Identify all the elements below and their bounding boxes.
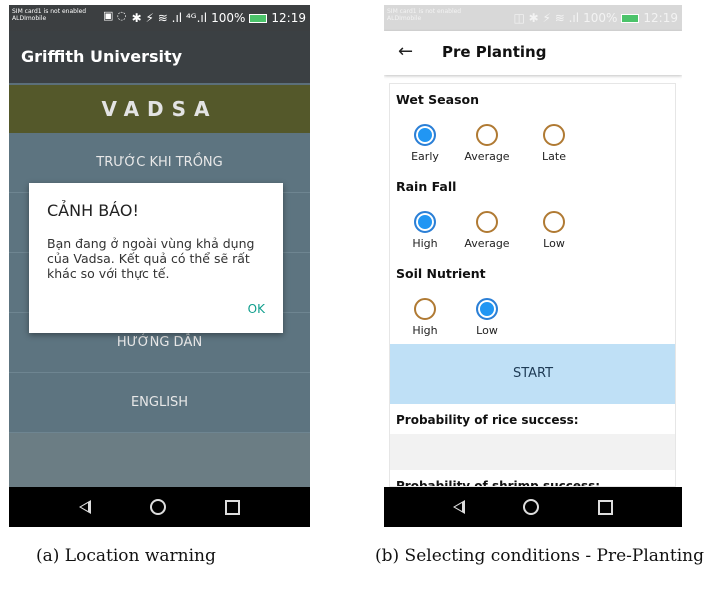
start-button[interactable]: START	[390, 344, 675, 404]
nav-back-icon[interactable]	[453, 500, 466, 514]
status-bar: SIM card1 is not enabled ALDImobile ▣ ◌ …	[9, 5, 310, 31]
conditions-form: Wet Season Early Average Late Rain Fall Hi…	[389, 83, 676, 487]
radio-option[interactable]: Average	[457, 211, 517, 250]
carrier-name: ALDImobile	[12, 15, 47, 22]
dialog-title: CẢNH BÁO!	[47, 201, 139, 220]
status-indicators: ◫ ✱ ⚡ ≋ .ıl 100% 12:19	[513, 11, 678, 25]
prob-rice-label: Probability of rice success:	[396, 413, 579, 427]
radio-label: Average	[464, 237, 510, 250]
radio-unselected-icon[interactable]	[414, 298, 436, 320]
carrier-name: ALDImobile	[387, 15, 422, 22]
radio-selected-icon[interactable]	[414, 124, 436, 146]
radio-label: High	[412, 324, 438, 337]
radio-selected-icon[interactable]	[414, 211, 436, 233]
back-arrow-icon[interactable]: ←	[398, 41, 413, 62]
caption-b: (b) Selecting conditions - Pre-Planting	[375, 546, 704, 566]
radio-option[interactable]: Low	[524, 211, 584, 250]
battery-icon	[249, 13, 268, 23]
battery-icon	[621, 13, 640, 23]
radio-label: Late	[542, 150, 566, 163]
radio-option[interactable]: Late	[524, 124, 584, 163]
nav-home-icon[interactable]	[523, 499, 540, 515]
signal-icons: ◫ ✱ ⚡ ≋ .ıl	[513, 11, 580, 25]
prob-shrimp-label: Probability of shrimp success:	[396, 479, 601, 487]
sim-status: SIM card1 is not enabled ALDImobile	[387, 8, 477, 22]
app-banner: VADSA	[9, 85, 310, 133]
clock: 12:19	[271, 11, 306, 25]
radio-unselected-icon[interactable]	[476, 211, 498, 233]
nav-bar	[384, 487, 682, 527]
radio-option[interactable]: Low	[457, 298, 517, 337]
radio-unselected-icon[interactable]	[476, 124, 498, 146]
section-label-wet-season: Wet Season	[396, 92, 479, 107]
sim-status: SIM card1 is not enabled ALDImobile	[12, 8, 102, 22]
radio-label: Low	[543, 237, 565, 250]
radio-option[interactable]: High	[395, 298, 455, 337]
status-bar: SIM card1 is not enabled ALDImobile ◫ ✱ …	[384, 5, 682, 31]
radio-unselected-icon[interactable]	[543, 211, 565, 233]
warning-dialog: CẢNH BÁO! Bạn đang ở ngoài vùng khả dụng…	[29, 183, 283, 333]
dialog-ok-button[interactable]: OK	[248, 302, 265, 316]
status-indicators: ✱ ⚡ ≋ .ıl ⁴ᴳ.ıl 100% 12:19	[132, 11, 306, 25]
signal-icons: ✱ ⚡ ≋ .ıl ⁴ᴳ.ıl	[131, 11, 208, 25]
radio-option[interactable]: Early	[395, 124, 455, 163]
menu-background	[9, 433, 310, 488]
battery-percent: 100%	[583, 11, 618, 25]
radio-unselected-icon[interactable]	[543, 124, 565, 146]
app-title: Griffith University	[9, 31, 310, 83]
nav-recents-icon[interactable]	[597, 499, 613, 515]
radio-label: Average	[464, 150, 510, 163]
battery-percent: 100%	[211, 11, 246, 25]
phone-pre-planting: SIM card1 is not enabled ALDImobile ◫ ✱ …	[384, 5, 682, 527]
page-title: Pre Planting	[442, 43, 547, 61]
radio-label: Early	[411, 150, 439, 163]
sim-status-line: SIM card1 is not enabled	[12, 8, 87, 15]
prob-rice-value	[390, 434, 675, 470]
nav-back-icon[interactable]	[78, 500, 91, 514]
radio-option[interactable]: High	[395, 211, 455, 250]
section-label-soil-nutrient: Soil Nutrient	[396, 266, 486, 281]
clock: 12:19	[643, 11, 678, 25]
radio-selected-icon[interactable]	[476, 298, 498, 320]
sim-status-line: SIM card1 is not enabled	[387, 8, 462, 15]
radio-option[interactable]: Average	[457, 124, 517, 163]
menu-item-english[interactable]: ENGLISH	[9, 373, 310, 433]
notification-icons: ▣ ◌	[103, 9, 127, 22]
radio-label: High	[412, 237, 438, 250]
radio-label: Low	[476, 324, 498, 337]
app-bar: ← Pre Planting	[384, 31, 682, 75]
section-label-rain-fall: Rain Fall	[396, 179, 457, 194]
nav-bar	[9, 487, 310, 527]
caption-a: (a) Location warning	[36, 546, 216, 566]
nav-recents-icon[interactable]	[225, 499, 241, 515]
dialog-message: Bạn đang ở ngoài vùng khả dụng của Vadsa…	[47, 236, 255, 281]
phone-location-warning: SIM card1 is not enabled ALDImobile ▣ ◌ …	[9, 5, 310, 527]
nav-home-icon[interactable]	[149, 499, 166, 515]
